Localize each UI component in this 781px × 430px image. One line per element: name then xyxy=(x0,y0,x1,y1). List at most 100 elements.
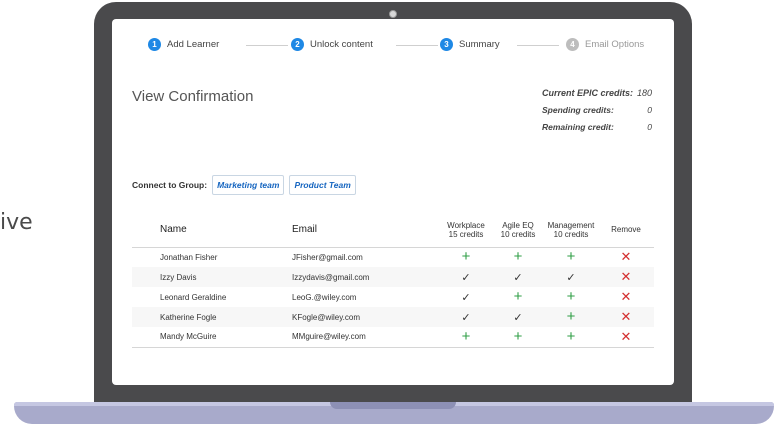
check-icon[interactable]: ✓ xyxy=(513,312,522,324)
remove-x-icon[interactable]: ✕ xyxy=(621,269,632,284)
learners-table: Name Email Workplace 15 credits Agile EQ… xyxy=(132,213,654,348)
agile-cell: + xyxy=(492,327,544,348)
remove-x-icon[interactable]: ✕ xyxy=(621,289,632,304)
step-label: Email Options xyxy=(585,39,645,50)
plus-icon[interactable]: + xyxy=(567,328,576,345)
remaining-credits-value: 0 xyxy=(647,122,652,132)
connect-to-group-label: Connect to Group: xyxy=(132,180,208,190)
laptop-base-notch xyxy=(330,402,456,409)
current-credits-row: Current EPIC credits: 180 xyxy=(542,88,652,98)
spending-credits-row: Spending credits: 0 xyxy=(542,105,652,115)
learner-name: Leonard Geraldine xyxy=(160,292,227,302)
step-add-learner[interactable]: 1 Add Learner xyxy=(148,38,219,51)
check-icon[interactable]: ✓ xyxy=(513,272,522,284)
check-icon[interactable]: ✓ xyxy=(566,272,575,284)
workplace-credits: 15 credits xyxy=(448,229,484,239)
plus-icon[interactable]: + xyxy=(514,288,523,305)
plus-icon[interactable]: + xyxy=(462,248,471,265)
column-header-management: Management 10 credits xyxy=(544,213,598,248)
workplace-cell: ✓ xyxy=(440,267,492,287)
agile-title: Agile EQ xyxy=(502,220,534,230)
agile-cell: ✓ xyxy=(492,267,544,287)
step-connector xyxy=(246,45,288,46)
row-spacer xyxy=(132,327,160,348)
remove-x-icon[interactable]: ✕ xyxy=(621,329,632,344)
plus-icon[interactable]: + xyxy=(462,328,471,345)
workplace-cell: ✓ xyxy=(440,287,492,307)
step-connector xyxy=(517,45,559,46)
plus-icon[interactable]: + xyxy=(514,248,523,265)
group-chip-product-team[interactable]: Product Team xyxy=(289,175,356,195)
step-connector xyxy=(396,45,438,46)
learner-email: LeoG.@wiley.com xyxy=(292,292,357,302)
table-row: Katherine Fogle KFogle@wiley.com ✓ ✓ + ✕ xyxy=(132,307,654,327)
row-spacer xyxy=(132,307,160,327)
remaining-credits-label: Remaining credit: xyxy=(542,122,614,132)
learner-name: Izzy Davis xyxy=(160,267,292,287)
step-summary[interactable]: 3 Summary xyxy=(440,38,500,51)
spending-credits-value: 0 xyxy=(647,105,652,115)
credits-summary: Current EPIC credits: 180 Spending credi… xyxy=(542,88,652,139)
agile-cell: ✓ xyxy=(492,307,544,327)
remove-cell: ✕ xyxy=(598,267,654,287)
learner-email: Izzydavis@gmail.com xyxy=(292,267,440,287)
plus-icon[interactable]: + xyxy=(567,248,576,265)
current-credits-label: Current EPIC credits: xyxy=(542,88,634,98)
check-icon[interactable]: ✓ xyxy=(461,312,470,324)
learner-email: JFisher@gmail.com xyxy=(292,252,363,262)
row-spacer xyxy=(132,247,160,267)
step-label: Unlock content xyxy=(310,39,373,50)
plus-icon[interactable]: + xyxy=(514,328,523,345)
plus-icon[interactable]: + xyxy=(567,288,576,305)
agile-credits: 10 credits xyxy=(500,229,536,239)
management-cell: + xyxy=(544,287,598,307)
learner-name: Jonathan Fisher xyxy=(160,252,218,262)
step-number: 2 xyxy=(291,38,304,51)
management-cell: + xyxy=(544,327,598,348)
row-spacer xyxy=(132,287,160,307)
remaining-credits-row: Remaining credit: 0 xyxy=(542,122,652,132)
table-header-spacer xyxy=(132,213,160,248)
row-spacer xyxy=(132,267,160,287)
laptop-screen: 1 Add Learner 2 Unlock content 3 Summary… xyxy=(112,19,674,385)
learner-email: MMguire@wiley.com xyxy=(292,327,440,348)
check-icon[interactable]: ✓ xyxy=(461,292,470,304)
workplace-cell: ✓ xyxy=(440,307,492,327)
column-header-agile-eq: Agile EQ 10 credits xyxy=(492,213,544,248)
remove-cell: ✕ xyxy=(598,287,654,307)
step-email-options[interactable]: 4 Email Options xyxy=(566,38,644,51)
column-header-remove: Remove xyxy=(598,213,654,248)
table-row: Izzy Davis Izzydavis@gmail.com ✓ ✓ ✓ ✕ xyxy=(132,267,654,287)
check-icon[interactable]: ✓ xyxy=(461,272,470,284)
step-label: Summary xyxy=(459,39,500,50)
step-number: 1 xyxy=(148,38,161,51)
learner-email: KFogle@wiley.com xyxy=(292,307,440,327)
management-cell: + xyxy=(544,247,598,267)
management-cell: ✓ xyxy=(544,267,598,287)
remove-x-icon[interactable]: ✕ xyxy=(621,249,632,264)
column-header-workplace: Workplace 15 credits xyxy=(440,213,492,248)
workplace-cell: + xyxy=(440,327,492,348)
step-number: 3 xyxy=(440,38,453,51)
group-chip-marketing-team[interactable]: Marketing team xyxy=(212,175,285,195)
remove-x-icon[interactable]: ✕ xyxy=(621,309,632,324)
stepper: 1 Add Learner 2 Unlock content 3 Summary… xyxy=(148,38,648,54)
management-cell: + xyxy=(544,307,598,327)
column-header-email: Email xyxy=(292,213,440,248)
management-credits: 10 credits xyxy=(553,229,589,239)
learner-name: Katherine Fogle xyxy=(160,307,292,327)
learner-name: Mandy McGuire xyxy=(160,327,292,348)
remove-cell: ✕ xyxy=(598,307,654,327)
current-credits-value: 180 xyxy=(636,88,652,98)
plus-icon[interactable]: + xyxy=(567,308,576,325)
connect-to-group: Connect to Group: Marketing team Product… xyxy=(132,175,361,195)
step-unlock-content[interactable]: 2 Unlock content xyxy=(291,38,373,51)
agile-cell: + xyxy=(492,247,544,267)
step-number: 4 xyxy=(566,38,579,51)
page-title: View Confirmation xyxy=(132,88,254,105)
workplace-cell: + xyxy=(440,247,492,267)
step-label: Add Learner xyxy=(167,39,220,50)
table-row: Leonard Geraldine LeoG.@wiley.com ✓ + + ✕ xyxy=(132,287,654,307)
column-header-name: Name xyxy=(160,213,292,248)
spending-credits-label: Spending credits: xyxy=(542,105,614,115)
